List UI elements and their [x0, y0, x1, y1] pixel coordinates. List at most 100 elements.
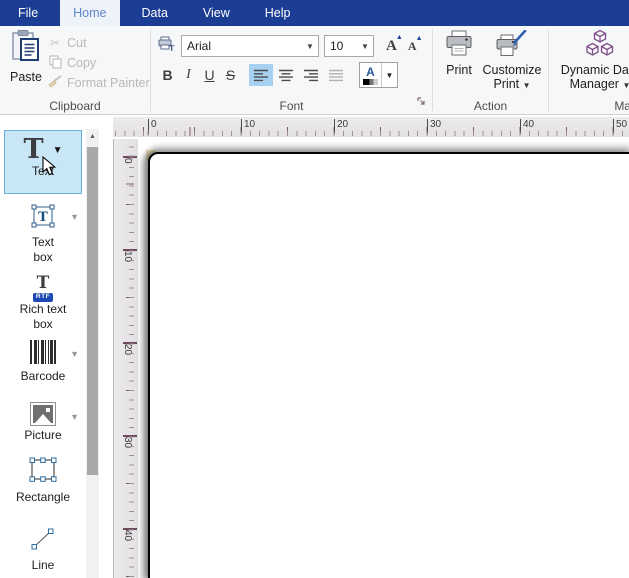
v-ruler-number: 30 — [122, 437, 133, 448]
h-ruler-number: 40 — [520, 119, 534, 134]
line-icon — [29, 540, 57, 557]
tool-rich-text-label-line1: Rich text — [4, 302, 82, 317]
tool-line-label: Line — [4, 558, 82, 573]
group-manage: Dynamic Data Manager ▼ Manager — [549, 26, 629, 114]
tool-text[interactable]: T ▼ Text — [4, 130, 82, 194]
strikethrough-button[interactable]: S — [221, 64, 240, 86]
justify-icon — [328, 69, 344, 82]
copy-label: Copy — [67, 56, 96, 70]
label-designer-window: File Home Data View Help Paste — [0, 0, 629, 578]
toolbox: T ▼ Text — [0, 115, 100, 578]
print-button[interactable]: Print — [441, 30, 477, 77]
align-left-button[interactable] — [249, 64, 273, 86]
align-right-icon — [303, 69, 319, 82]
font-size-select[interactable]: 10 ▼ — [324, 35, 374, 57]
dynamic-data-manager-icon — [585, 45, 615, 62]
tool-text-box-label-line1: Text — [4, 235, 82, 250]
label-canvas[interactable] — [148, 152, 629, 578]
align-center-button[interactable] — [274, 64, 298, 86]
paste-button[interactable]: Paste — [5, 29, 47, 95]
copy-icon — [46, 55, 64, 72]
tool-text-box[interactable]: T ▼ Text box — [4, 202, 82, 265]
italic-button[interactable]: I — [179, 64, 198, 86]
cut-icon: ✂ — [46, 36, 64, 50]
h-ruler-number: 0 — [148, 119, 157, 134]
action-group-label: Action — [433, 99, 548, 113]
customize-print-label-line2: Print — [493, 77, 519, 91]
chevron-down-icon[interactable]: ▼ — [70, 212, 79, 222]
picture-icon — [30, 402, 56, 426]
color-swatch — [363, 79, 378, 85]
text-box-icon: T — [29, 217, 57, 234]
copy-button[interactable]: Copy — [46, 53, 150, 73]
tool-rich-text-label-line2: box — [4, 317, 82, 332]
font-size-value: 10 — [325, 39, 357, 53]
tab-data[interactable]: Data — [129, 0, 181, 26]
scrollbar-up-arrow[interactable]: ▲ — [86, 129, 99, 144]
tool-barcode-label: Barcode — [4, 369, 82, 384]
tab-view[interactable]: View — [190, 0, 243, 26]
ribbon: Paste ✂ Cut Copy — [0, 26, 629, 115]
font-color-button[interactable]: A ▼ — [359, 62, 398, 88]
toolbox-scrollbar[interactable]: ▲ — [86, 129, 99, 578]
print-label: Print — [441, 63, 477, 77]
group-action: Print Customize Print ▼ Action — [433, 26, 548, 114]
tab-help[interactable]: Help — [252, 0, 304, 26]
v-ruler-number: 20 — [122, 344, 133, 355]
cut-button[interactable]: ✂ Cut — [46, 33, 150, 53]
svg-text:T: T — [38, 210, 48, 225]
tool-picture[interactable]: ▼ Picture — [4, 402, 82, 443]
format-painter-label: Format Painter — [67, 76, 150, 90]
tool-line[interactable]: Line — [4, 525, 82, 573]
printer-font-icon[interactable]: T — [158, 36, 175, 56]
manage-group-label: Manager — [583, 99, 629, 113]
customize-print-label-line1: Customize — [482, 63, 541, 77]
chevron-down-icon: ▼ — [523, 81, 531, 90]
paste-label: Paste — [5, 70, 47, 84]
grow-font-button[interactable]: A▲ — [382, 38, 401, 55]
svg-text:T: T — [169, 44, 175, 52]
tab-home[interactable]: Home — [60, 0, 119, 26]
justify-button[interactable] — [324, 64, 348, 86]
print-icon — [444, 45, 474, 62]
font-family-select[interactable]: Arial ▼ — [181, 35, 319, 57]
font-dialog-launcher[interactable] — [417, 93, 426, 111]
customize-print-button[interactable]: Customize Print ▼ — [479, 30, 545, 93]
v-ruler-number: 40 — [122, 530, 133, 541]
workspace: T ▼ Text — [0, 115, 629, 578]
bold-button[interactable]: B — [158, 64, 177, 86]
chevron-down-icon[interactable]: ▼ — [70, 349, 79, 359]
h-ruler-number: 50 — [613, 119, 627, 134]
shrink-font-button[interactable]: A▲ — [404, 39, 421, 54]
align-center-icon — [278, 69, 294, 82]
scrollbar-thumb[interactable] — [87, 147, 98, 475]
tool-barcode[interactable]: ▼ Barcode — [4, 340, 82, 384]
chevron-down-icon[interactable]: ▼ — [53, 145, 63, 156]
font-row-bottom: B I U S A — [158, 63, 432, 87]
group-font: T Arial ▼ 10 ▼ A▲ A▲ B I U S — [151, 26, 432, 114]
text-tool-icon: T — [24, 136, 44, 164]
h-ruler-number: 10 — [241, 119, 255, 134]
format-painter-icon — [46, 75, 64, 91]
design-surface: 0 10 20 30 40 50 0 10 20 30 40 — [100, 115, 629, 578]
clipboard-group-label: Clipboard — [0, 99, 150, 113]
format-painter-button[interactable]: Format Painter — [46, 73, 150, 93]
dynamic-data-manager-button[interactable]: Dynamic Data Manager ▼ — [555, 30, 629, 93]
chevron-down-icon[interactable]: ▼ — [382, 63, 397, 87]
tool-rectangle-label: Rectangle — [4, 490, 82, 505]
align-left-icon — [253, 69, 269, 82]
chevron-down-icon: ▼ — [357, 42, 373, 51]
align-right-button[interactable] — [299, 64, 323, 86]
clipboard-disabled-actions: ✂ Cut Copy — [46, 33, 150, 93]
v-ruler-number: 0 — [122, 158, 133, 164]
underline-button[interactable]: U — [200, 64, 219, 86]
vertical-ruler: 0 10 20 30 40 — [113, 139, 138, 578]
tab-file[interactable]: File — [5, 0, 51, 26]
tool-text-label: Text — [5, 164, 81, 179]
font-color-icon: A — [360, 63, 382, 87]
tool-rectangle[interactable]: Rectangle — [4, 455, 82, 505]
group-clipboard: Paste ✂ Cut Copy — [0, 26, 150, 114]
tool-rich-text-box[interactable]: T RTF Rich text box — [4, 275, 82, 332]
font-group-label: Font — [151, 99, 432, 113]
chevron-down-icon[interactable]: ▼ — [70, 412, 79, 422]
